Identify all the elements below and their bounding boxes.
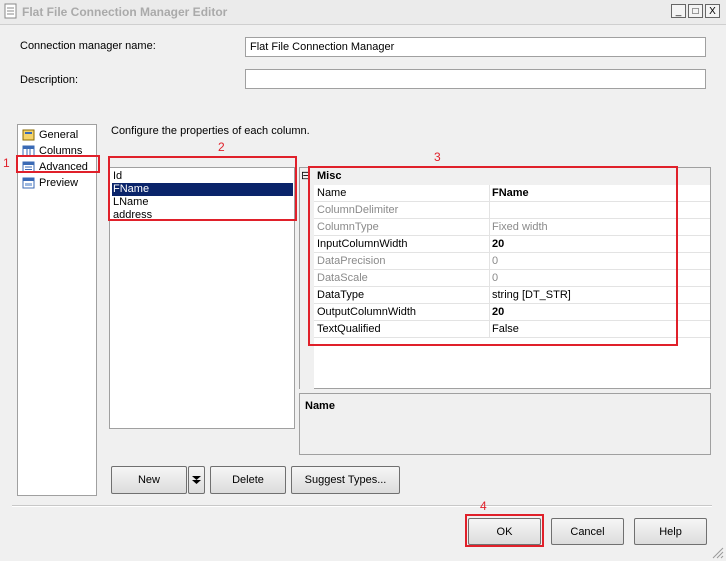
nav-item-label: Preview [39,176,79,189]
delete-button[interactable]: Delete [210,466,286,494]
instruction-text: Configure the properties of each column. [111,125,310,137]
help-button[interactable]: Help [634,518,707,545]
window-title: Flat File Connection Manager Editor [22,5,228,19]
maximize-button[interactable]: □ [688,4,703,18]
page-nav-list: General Columns Advanced Preview [17,124,97,496]
annotation-box-2 [108,156,297,221]
nav-item-general[interactable]: General [22,127,78,142]
annotation-box-1 [16,155,100,173]
property-description-title: Name [305,400,335,412]
footer-separator [12,505,712,507]
description-input[interactable] [245,69,706,89]
close-button[interactable]: X [705,4,720,18]
minimize-button[interactable]: _ [671,4,686,18]
property-description-panel: Name [299,393,711,455]
nav-item-preview[interactable]: Preview [22,175,78,190]
connection-name-input[interactable] [245,37,706,57]
annotation-number-1: 1 [3,156,10,170]
annotation-box-4 [465,514,544,547]
annotation-number-2: 2 [218,140,225,154]
title-bar: Flat File Connection Manager Editor _ □ … [0,0,726,25]
description-label: Description: [20,74,79,86]
connection-name-label: Connection manager name: [20,40,156,52]
dropdown-arrow-icon [192,476,201,484]
resize-grip-icon[interactable] [710,545,724,559]
app-icon [4,3,17,19]
new-dropdown-button[interactable] [188,466,205,494]
annotation-number-4: 4 [480,499,487,513]
annotation-number-3: 3 [434,150,441,164]
nav-item-label: General [39,128,79,141]
annotation-box-3 [308,166,678,346]
preview-icon [22,177,35,188]
cancel-button[interactable]: Cancel [551,518,624,545]
new-button[interactable]: New [111,466,187,494]
suggest-types-button[interactable]: Suggest Types... [291,466,400,494]
general-icon [22,129,35,140]
